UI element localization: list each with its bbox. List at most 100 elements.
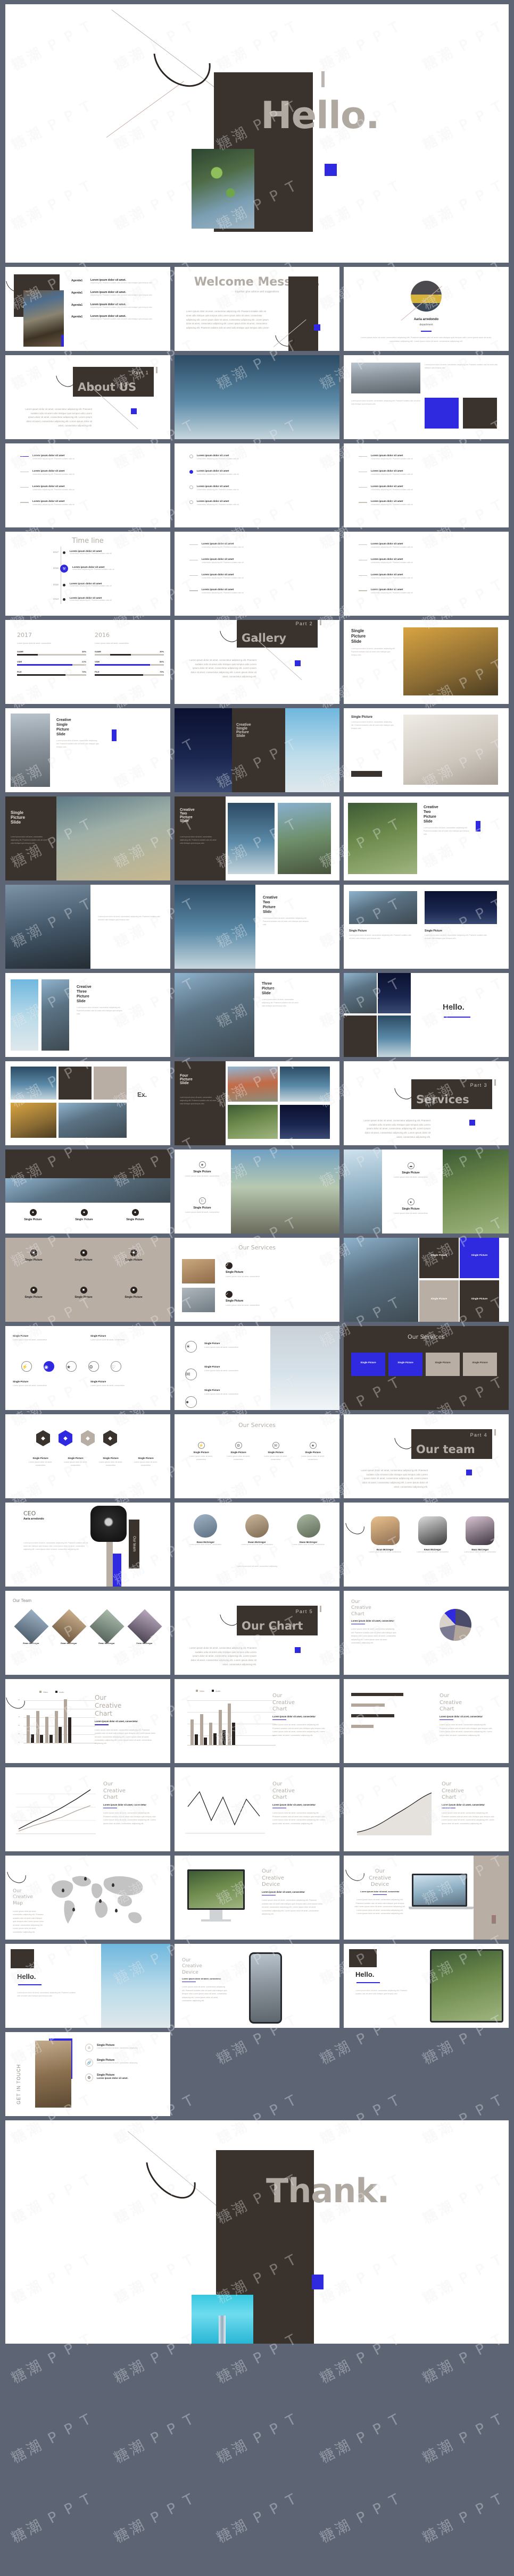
card[interactable]: ★ Single Picture Lorem ipsum dolor sit a… [180, 1161, 225, 1178]
slide-line-chart-2[interactable]: Our Creative Chart Lorem ipsum dolor sit… [175, 1767, 339, 1851]
list-item[interactable]: Agenda1 Lorem ipsum dolor sit amet. Adip… [71, 303, 163, 309]
slide-single-pair[interactable]: Single Picture Lorem ipsum dolor sit ame… [344, 885, 509, 969]
slide-hex-icons[interactable]: ◆ ◆ ◆ ◆ Single Picture Lorem ipsum dolor … [5, 1414, 170, 1498]
hex-icon[interactable]: ◆ [103, 1430, 117, 1446]
slide-section-team[interactable]: Part 4 Our team Lorem ipsum dolor sit am… [344, 1414, 509, 1498]
slide-section-services[interactable]: Part 3 Services Lorem ipsum dolor sit am… [344, 1061, 509, 1145]
slide-our-services[interactable]: Our Services ✓ Single Picture Lorem ipsu… [175, 1238, 339, 1322]
card[interactable]: ● Single Picture [12, 1209, 54, 1221]
list-item[interactable]: ⚙ Single Picture Lorem ipsum dolor sit a… [85, 2074, 163, 2082]
list-item[interactable]: 2015 Lorem ipsum dolor sit amet consecte… [45, 582, 149, 588]
list-item[interactable]: Lorem ipsum dolor sit amet consectetur ad… [189, 573, 327, 580]
slide-team-diamond[interactable]: Our Team Ewan McGregor Ewan McGregor Ewa… [5, 1591, 170, 1675]
slide-bullets-red[interactable]: Lorem ipsum dolor sit amet consectetur ad… [344, 443, 509, 527]
slide-wide-landscape[interactable]: ● Single Picture ● Single Picture ● Sing… [5, 1149, 170, 1234]
team-member[interactable]: Ewan McGregor Lorem ipsum dolor sit amet… [184, 1514, 227, 1547]
team-member[interactable]: Ewan McGregor Lorem ipsum dolor sit amet… [460, 1516, 500, 1554]
slide-hbar-chart[interactable]: Our Creative Chart Lorem ipsum dolor sit… [344, 1679, 509, 1763]
list-item[interactable]: Lorem ipsum dolor sit amet consectetur ad… [189, 454, 327, 461]
slide-agenda[interactable]: Agenda Agenda1 Lorem ipsum dolor sit ame… [5, 267, 170, 351]
slide-single-dark[interactable]: Single Picture Slide Lorem ipsum dolor s… [5, 796, 170, 880]
list-item[interactable]: Lorem ipsum dolor sit amet consectetur ad… [20, 469, 157, 476]
slide-timeline[interactable]: Time line 2017 Lorem ipsum dolor sit ame… [5, 532, 170, 616]
slide-two-picture2[interactable]: Creative Two Picture Slide Lorem ipsum d… [344, 796, 509, 880]
slide-phone-shot[interactable]: Creative Single Picture Slide [175, 708, 339, 792]
card[interactable]: Single Picture Lorem ipsum dolor sit ame… [13, 1380, 55, 1387]
slide-team-circles[interactable]: Ewan McGregor Lorem ipsum dolor sit amet… [175, 1503, 339, 1587]
list-item[interactable]: Lorem ipsum dolor sit amet consectetur ad… [359, 588, 496, 595]
team-member[interactable]: Ewan McGregor Lorem ipsum dolor sit amet… [365, 1516, 405, 1554]
card[interactable]: ✓ Single Picture Lorem ipsum dolor sit a… [226, 1291, 270, 1307]
final-slide[interactable]: Thank. [5, 2120, 509, 2344]
card[interactable]: Single Picture Lorem ipsum dolor sit ame… [13, 1335, 55, 1341]
slide-phone-device[interactable]: Our Creative Device Lorem ipsum dolor si… [175, 1944, 339, 2028]
slide-map[interactable]: Our Creative Map Lorem ipsum dolor sit a… [5, 1856, 170, 1940]
card[interactable]: ■ Single Picture Lorem ipsum dolor sit a… [14, 1287, 53, 1303]
list-item[interactable]: 2017 Lorem ipsum dolor sit amet consecte… [45, 550, 149, 556]
slide-hello-grid[interactable]: Hello. [344, 973, 509, 1057]
card[interactable]: ■ Single Picture Lorem ipsum dolor sit a… [14, 1249, 53, 1266]
slide-profile[interactable]: Aaria arredondo department Lorem ipsum d… [344, 267, 509, 351]
slide-our-services-light[interactable]: Our Services ⚡ Single Picture Lorem ipsum … [175, 1414, 339, 1498]
list-item[interactable]: 2014 Lorem ipsum dolor sit amet consecte… [45, 597, 149, 602]
team-member[interactable]: Ewan McGregor Lorem ipsum dolor sit amet… [287, 1514, 330, 1547]
list-item[interactable]: Lorem ipsum dolor sit amet consectetur ad… [359, 469, 496, 476]
gear-icon[interactable]: ⚙ [88, 1361, 99, 1372]
hex-icon[interactable]: ◆ [59, 1430, 72, 1446]
list-item[interactable]: ⌂ Single Picture Lorem ipsum dolor sit a… [85, 2044, 163, 2052]
slide-section-gallery[interactable]: Part 2 Gallery Lorem ipsum dolor sit ame… [175, 620, 339, 704]
card[interactable]: ⚐ Single Picture Lorem ipsum dolor sit a… [180, 1197, 225, 1214]
list-item[interactable]: Lorem ipsum dolor sit amet consectetur ad… [20, 454, 157, 461]
card[interactable]: ☁ Single Picture Lorem ipsum dolor sit a… [389, 1162, 432, 1179]
slide-cup[interactable]: Single Picture Lorem ipsum dolor sit ame… [344, 708, 509, 792]
slide-bullets-dots[interactable]: Lorem ipsum dolor sit amet consectetur ad… [175, 443, 339, 527]
card[interactable]: ✓ Single Picture Lorem ipsum dolor sit a… [226, 1262, 270, 1278]
list-item[interactable]: Lorem ipsum dolor sit amet consectetur ad… [189, 542, 327, 549]
team-member[interactable]: Ewan McGregor [51, 1609, 87, 1644]
team-member[interactable]: Ewan McGregor [13, 1609, 49, 1644]
slide-bar-chart-1[interactable]: Video Audio 60 50 40 30 20 10 Our Creati… [5, 1679, 170, 1763]
list-item[interactable]: Lorem ipsum dolor sit amet consectetur ad… [359, 500, 496, 507]
globe-icon[interactable]: ☀ [185, 1341, 197, 1353]
slide-four-picture[interactable]: Four Picture Slide Lorem ipsum dolor sit… [175, 1061, 339, 1145]
team-member[interactable]: Ewan McGregor [127, 1609, 162, 1644]
list-item[interactable]: Lorem ipsum dolor sit amet consectetur ad… [189, 588, 327, 595]
slide-pictures-pair[interactable]: ☁ Single Picture Lorem ipsum dolor sit a… [344, 1149, 509, 1234]
card[interactable]: ■ Single Picture Lorem ipsum dolor sit a… [114, 1287, 153, 1303]
card[interactable]: ● Single Picture Lorem ipsum dolor sit a… [389, 1198, 432, 1215]
card[interactable]: Single Picture Lorem ipsum dolor sit amet… [62, 1457, 89, 1467]
card[interactable]: Single Picture Lorem ipsum dolor sit ame… [90, 1380, 133, 1387]
slide-creative-single[interactable]: Creative Single Picture Slide Lorem ipsu… [5, 708, 170, 792]
card[interactable]: Single Picture Lorem ipsum dolor sit amet… [97, 1457, 125, 1467]
slide-section-chart[interactable]: Part 5 Our Chart Lorem ipsum dolor sit a… [175, 1591, 339, 1675]
card[interactable]: ● Single Picture [114, 1209, 156, 1221]
slide-bar-chart-2[interactable]: Video Audio Our Creative Chart Lorem ips… [175, 1679, 339, 1763]
slide-three-picture[interactable]: Three Picture Slide Lorem ipsum dolor si… [175, 973, 339, 1057]
list-item[interactable]: Lorem ipsum dolor sit amet consectetur ad… [359, 542, 496, 549]
list-item[interactable]: Agenda1 Lorem ipsum dolor sit amet. Adip… [71, 315, 163, 321]
slide-section-about[interactable]: Part 1 About US Lorem ipsum dolor sit am… [5, 355, 170, 439]
slide-hello-tablet[interactable]: Hello. Lorem ipsum dolor sit amet, conse… [344, 1944, 509, 2028]
card[interactable]: Single Picture Lorem ipsum dolor sit amet… [132, 1457, 160, 1467]
card[interactable]: ■ Single Picture Lorem ipsum dolor sit a… [64, 1249, 103, 1266]
slide-services-dark[interactable]: Our Services Single Picture Single Pictu… [344, 1326, 509, 1410]
list-item[interactable]: Lorem ipsum dolor sit amet consectetur ad… [20, 485, 157, 492]
team-member[interactable]: Ewan McGregor Lorem ipsum dolor sit amet… [236, 1514, 279, 1547]
slide-hiker[interactable]: Lorem ipsum dolor sit amet, consectetur … [5, 885, 170, 969]
team-member[interactable]: Ewan McGregor Lorem ipsum dolor sit amet… [412, 1516, 452, 1554]
card[interactable]: Single Picture Lorem ipsum dolor sit ame… [204, 1342, 252, 1349]
slide-single-picture[interactable]: Single Picture Slide Lorem ipsum dolor s… [344, 620, 509, 704]
slide-progress[interactable]: 2017 Lorem ipsum dolor sit amet, consect… [5, 620, 170, 704]
list-item[interactable]: Lorem ipsum dolor sit amet consectetur ad… [189, 500, 327, 507]
slide-ceo[interactable]: CEO Aaria arredondo Lorem ipsum dolor si… [5, 1503, 170, 1587]
slide-ex[interactable]: Ex. [5, 1061, 170, 1145]
card[interactable]: ■ Single Picture Lorem ipsum dolor sit a… [64, 1287, 103, 1303]
hex-icon[interactable]: ◆ [81, 1430, 95, 1446]
list-item[interactable]: Lorem ipsum dolor sit amet consectetur ad… [189, 558, 327, 565]
list-item[interactable]: Lorem ipsum dolor sit amet consectetur ad… [20, 500, 157, 507]
card[interactable]: ⚙ Single Picture Lorem ipsum dolor sit ame… [223, 1442, 253, 1461]
heart-icon[interactable]: ♡ [111, 1361, 121, 1372]
slide-hello-phone[interactable]: Hello. Lorem ipsum dolor sit amet, conse… [5, 1944, 170, 2028]
slide-line-chart-1[interactable]: Our Creative Chart Lorem ipsum dolor sit… [5, 1767, 170, 1851]
list-item[interactable]: Lorem ipsum dolor sit amet consectetur ad… [359, 454, 496, 461]
